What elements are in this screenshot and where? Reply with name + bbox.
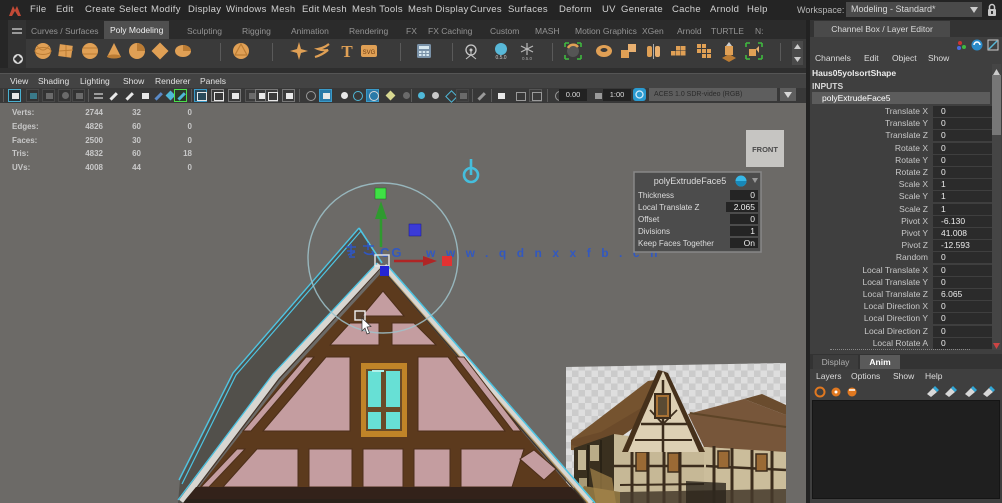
- svg-text:Edges:: Edges:: [12, 122, 39, 131]
- svg-text:On: On: [744, 238, 756, 248]
- svg-text:60: 60: [132, 149, 141, 158]
- svg-text:32: 32: [132, 108, 141, 117]
- svg-text:0: 0: [188, 136, 193, 145]
- svg-text:Thickness: Thickness: [638, 191, 674, 200]
- svg-text:4008: 4008: [85, 163, 103, 172]
- svg-text:0: 0: [750, 214, 755, 224]
- svg-text:30: 30: [132, 136, 141, 145]
- svg-text:Divisions: Divisions: [638, 227, 670, 236]
- svg-text:0: 0: [188, 122, 193, 131]
- svg-text:0.5.0: 0.5.0: [495, 55, 506, 61]
- svg-text:Faces:: Faces:: [12, 136, 37, 145]
- svg-text:Keep Faces Together: Keep Faces Together: [638, 239, 714, 248]
- svg-text:Tris:: Tris:: [12, 149, 29, 158]
- svg-text:1: 1: [750, 226, 755, 236]
- svg-text:2744: 2744: [85, 108, 103, 117]
- svg-text:0: 0: [188, 163, 193, 172]
- svg-text:2500: 2500: [85, 136, 103, 145]
- svg-text:60: 60: [132, 122, 141, 131]
- svg-text:4832: 4832: [85, 149, 103, 158]
- svg-text:FRONT: FRONT: [752, 145, 778, 154]
- svg-text:0: 0: [750, 190, 755, 200]
- svg-text:0.5.0: 0.5.0: [522, 56, 533, 61]
- svg-text:T: T: [341, 42, 353, 61]
- svg-text:polyExtrudeFace5: polyExtrudeFace5: [654, 176, 727, 186]
- svg-text:Local Translate Z: Local Translate Z: [638, 203, 699, 212]
- svg-text:Verts:: Verts:: [12, 108, 34, 117]
- svg-text:2.065: 2.065: [734, 202, 756, 212]
- svg-text:UVs:: UVs:: [12, 163, 30, 172]
- svg-text:18: 18: [183, 149, 192, 158]
- svg-text:www.qdnxxfb.cn: www.qdnxxfb.cn: [425, 246, 668, 260]
- svg-text:44: 44: [132, 163, 141, 172]
- svg-text:0: 0: [188, 108, 193, 117]
- svg-text:Offset: Offset: [638, 215, 660, 224]
- svg-text:CG: CG: [380, 245, 404, 260]
- svg-text:4826: 4826: [85, 122, 103, 131]
- svg-text:SVG: SVG: [363, 50, 376, 56]
